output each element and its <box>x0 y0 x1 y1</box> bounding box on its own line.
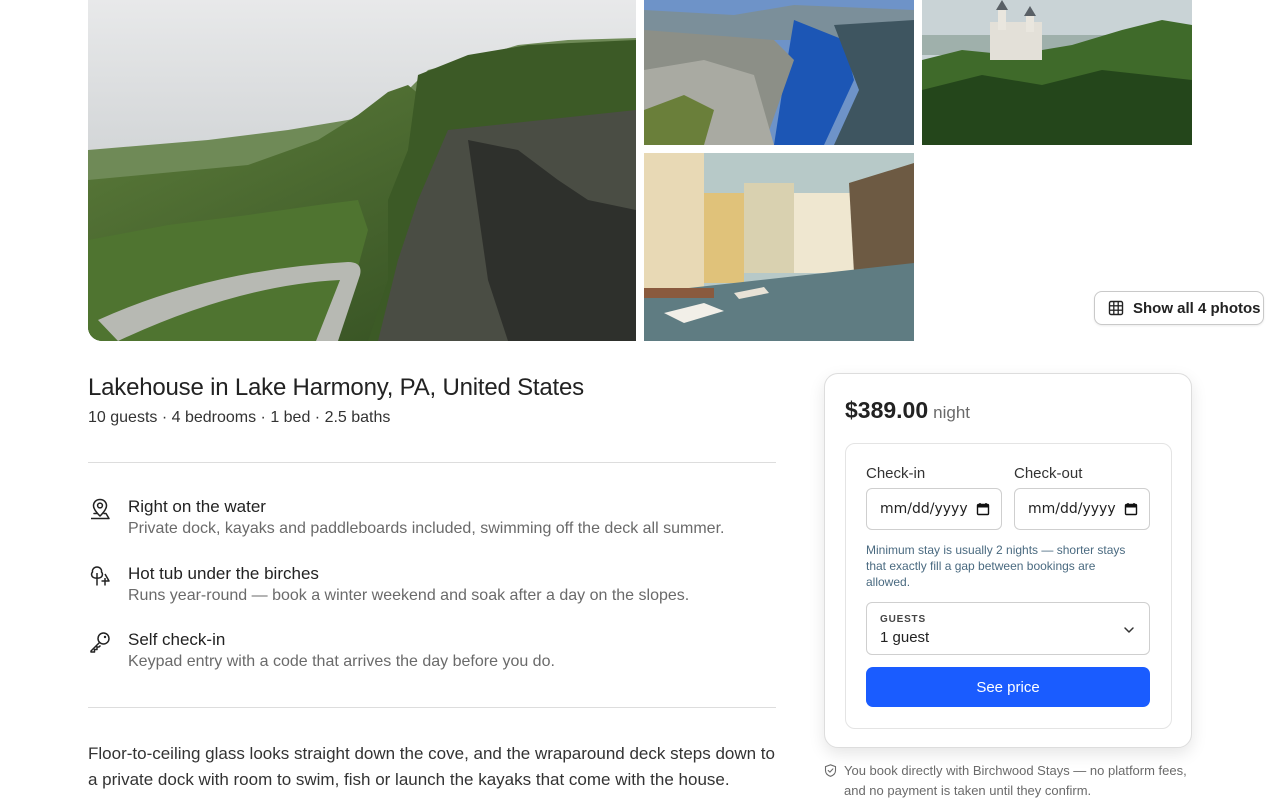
photo-gallery: Show all 4 photos <box>88 0 1264 341</box>
photo-main-cliffs[interactable] <box>88 0 636 341</box>
feature-heading: Hot tub under the birches <box>128 564 319 583</box>
minimum-stay-note: Minimum stay is usually 2 nights — short… <box>866 543 1126 589</box>
calendar-icon[interactable] <box>1124 502 1138 516</box>
listing-specs: 10 guests · 4 bedrooms · 1 bed · 2.5 bat… <box>88 409 391 426</box>
feature-heading: Self check-in <box>128 630 226 649</box>
price-amount: $389.00 <box>845 397 929 423</box>
feature-text: Runs year-round — book a winter weekend … <box>128 587 690 604</box>
photo-castle[interactable] <box>922 0 1192 145</box>
feature-text: Keypad entry with a code that arrives th… <box>128 653 555 670</box>
guests-value: 1 guest <box>880 629 930 646</box>
show-all-photos-button[interactable]: Show all 4 photos <box>1094 291 1264 325</box>
show-all-photos-label: Show all 4 photos <box>1133 299 1261 317</box>
feature-heading: Right on the water <box>128 497 266 516</box>
listing-title: Lakehouse in Lake Harmony, PA, United St… <box>88 374 584 401</box>
checkout-placeholder: mm/dd/yyyy <box>1028 501 1116 517</box>
photo-fjord[interactable] <box>644 0 914 145</box>
checkin-date-input[interactable]: mm/dd/yyyy <box>866 488 1002 530</box>
guests-select[interactable]: GUESTS 1 guest <box>866 602 1150 655</box>
checkout-label: Check-out <box>1014 465 1083 482</box>
divider <box>88 462 776 463</box>
trees-icon <box>90 566 110 586</box>
calendar-icon[interactable] <box>976 502 990 516</box>
booking-form: Check-in Check-out mm/dd/yyyy mm/dd/yyyy… <box>845 443 1172 729</box>
chevron-down-icon <box>1124 627 1134 633</box>
photo-canal[interactable] <box>644 153 914 341</box>
shield-check-icon <box>824 764 837 777</box>
see-price-button[interactable]: See price <box>866 667 1150 707</box>
checkout-date-input[interactable]: mm/dd/yyyy <box>1014 488 1150 530</box>
key-icon <box>90 632 110 653</box>
guests-label: GUESTS <box>880 614 926 625</box>
divider <box>88 707 776 708</box>
map-pin-person-icon <box>91 498 110 520</box>
listing-description: Floor-to-ceiling glass looks straight do… <box>88 744 775 789</box>
direct-booking-text: You book directly with Birchwood Stays —… <box>844 763 1187 798</box>
price-unit: night <box>933 403 971 422</box>
booking-card: $389.00 night Check-in Check-out mm/dd/y… <box>824 373 1192 748</box>
checkin-label: Check-in <box>866 465 926 482</box>
grid-icon <box>1108 300 1124 316</box>
checkin-placeholder: mm/dd/yyyy <box>880 501 968 517</box>
feature-text: Private dock, kayaks and paddleboards in… <box>128 520 725 537</box>
nightly-price: $389.00 night <box>845 397 970 424</box>
